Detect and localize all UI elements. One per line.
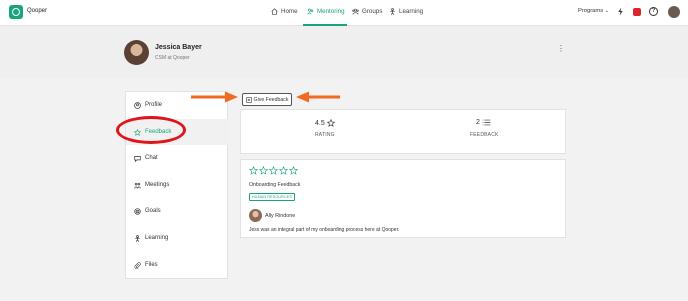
annotation-ellipse [116, 116, 186, 144]
profile-name: Jessica Bayer [155, 44, 202, 51]
feedback-count: 2 [476, 119, 491, 126]
sidebar-item-label: Goals [145, 208, 161, 214]
star-outline-icon [269, 166, 278, 175]
rating-value: 4.5 [315, 119, 335, 127]
give-feedback-button[interactable]: Give Feedback [242, 93, 292, 106]
home-icon [271, 8, 278, 15]
author-name: Ally Rindone [265, 213, 296, 219]
feedback-count-number: 2 [476, 119, 480, 126]
brand-name: Qooper [27, 8, 48, 14]
annotation-arrow-right-icon [191, 91, 238, 103]
sidebar-item-label: Meetings [145, 182, 170, 188]
learning-icon [135, 234, 140, 242]
nav-learning[interactable]: Learning [389, 8, 423, 15]
star-outline-icon [326, 119, 335, 127]
groups-icon [352, 8, 359, 15]
sidebar-item-goals[interactable]: Goals [126, 198, 229, 224]
rating-label: RATING [315, 132, 335, 138]
learning-icon [390, 8, 395, 15]
feedback-entry-card[interactable]: Onboarding Feedback HUMAN RESOURCES Ally… [240, 159, 566, 238]
feedback-stats-card: 4.5 RATING 2 FEEDBACK [240, 109, 566, 154]
feedback-stars [249, 166, 298, 175]
sidebar-item-files[interactable]: Files [126, 252, 229, 278]
more-options-icon[interactable]: ⋮ [557, 45, 565, 53]
nav-learning-label: Learning [399, 8, 424, 15]
notification-badge-icon[interactable] [633, 8, 641, 16]
profile-icon [134, 101, 141, 109]
lightning-icon[interactable] [616, 7, 625, 16]
help-icon[interactable]: ? [649, 7, 658, 16]
top-navbar: Qooper Home Mentoring Groups Learning Pr… [0, 0, 688, 26]
profile-header [0, 26, 688, 78]
nav-groups[interactable]: Groups [352, 8, 382, 15]
list-icon [482, 119, 491, 126]
chevron-down-icon: ⌄ [604, 8, 609, 14]
feedback-form-icon [245, 96, 252, 103]
sidebar-item-label: Files [145, 262, 158, 268]
sidebar-item-chat[interactable]: Chat [126, 145, 229, 171]
goals-icon [134, 207, 141, 215]
feedback-body: Jess was an integral part of my onboardi… [249, 227, 400, 233]
star-outline-icon [259, 166, 268, 175]
star-outline-icon [249, 166, 258, 175]
profile-role: CSM at Qooper [155, 55, 190, 61]
annotation-arrow-left-icon [296, 91, 340, 103]
sidebar-item-meetings[interactable]: Meetings [126, 172, 229, 198]
programs-dropdown[interactable]: Programs ⌄ [578, 8, 609, 14]
nav-groups-label: Groups [362, 8, 383, 15]
profile-avatar [124, 40, 149, 65]
user-avatar[interactable] [668, 6, 680, 18]
paperclip-icon [134, 261, 141, 269]
give-feedback-label: Give Feedback [253, 96, 289, 103]
nav-mentoring[interactable]: Mentoring [307, 8, 345, 15]
rating-number: 4.5 [315, 119, 325, 127]
sidebar-item-label: Profile [145, 102, 163, 108]
programs-label: Programs [578, 8, 604, 14]
author-avatar [249, 209, 262, 222]
chat-icon [134, 155, 141, 162]
qooper-logo-icon[interactable] [9, 5, 23, 19]
sidebar-item-label: Learning [145, 235, 169, 241]
star-outline-icon [279, 166, 288, 175]
sidebar-item-learning[interactable]: Learning [126, 225, 229, 251]
nav-home[interactable]: Home [271, 8, 298, 15]
nav-home-label: Home [281, 8, 298, 15]
feedback-title: Onboarding Feedback [249, 182, 301, 188]
feedback-label: FEEDBACK [470, 132, 499, 138]
sidebar-item-label: Chat [145, 155, 158, 161]
category-tag: HUMAN RESOURCES [249, 193, 295, 201]
mentoring-icon [307, 8, 314, 15]
meetings-icon [134, 182, 141, 188]
nav-mentoring-label: Mentoring [317, 8, 345, 15]
star-outline-icon [289, 166, 298, 175]
